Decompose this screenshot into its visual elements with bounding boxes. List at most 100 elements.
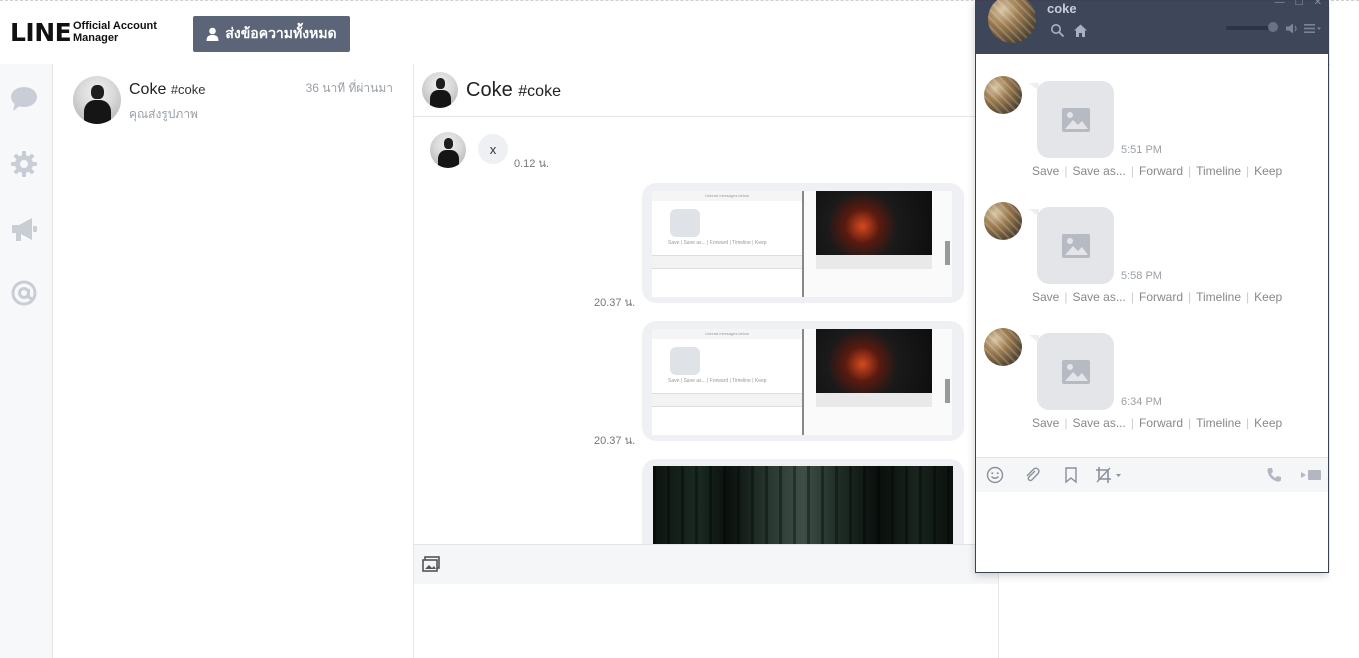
volume-slider[interactable] <box>1226 26 1274 30</box>
sidebar-item-chat[interactable] <box>9 84 39 114</box>
image-gallery-icon[interactable] <box>422 556 440 572</box>
message-time: 5:51 PM <box>1121 144 1162 156</box>
contact-avatar[interactable] <box>984 202 1022 240</box>
keep-link[interactable]: Keep <box>1254 164 1282 178</box>
sidebar-item-mention[interactable] <box>9 278 39 308</box>
save-link[interactable]: Save <box>1032 416 1059 430</box>
keep-link[interactable]: Keep <box>1254 416 1282 430</box>
mini-banner: Unread messages below <box>652 329 802 339</box>
line-chat-window: coke — ☐ ✕ 5:51 PM Save | Save as... | Forwa… <box>975 0 1329 573</box>
window-controls: — ☐ ✕ <box>1275 0 1322 8</box>
mini-banner: Unread messages below <box>652 191 802 201</box>
contact-avatar[interactable] <box>984 328 1022 366</box>
chat-window-messages[interactable]: 5:51 PM Save | Save as... | Forward | Timeline… <box>976 54 1328 456</box>
image-message: 6:34 PM Save | Save as... | Forward | Timeline… <box>976 306 1328 430</box>
save-as-link[interactable]: Save as... <box>1072 416 1125 430</box>
phone-icon[interactable] <box>1265 466 1283 484</box>
image-thumbnail: Unread messages below Save | Save as... … <box>652 329 952 435</box>
image-message[interactable]: Unread messages below Save | Save as... … <box>642 321 964 441</box>
message-list[interactable]: x 0.12 น. 20.37 น. Unread messages below… <box>414 117 998 544</box>
maximize-icon[interactable]: ☐ <box>1295 0 1304 8</box>
megaphone-icon <box>12 218 37 241</box>
chat-list-item[interactable]: Coke #coke คุณส่งรูปภาพ 36 นาที ที่ผ่านม… <box>53 64 413 134</box>
image-placeholder[interactable] <box>1037 333 1114 410</box>
forward-link[interactable]: Forward <box>1139 416 1183 430</box>
sidebar-item-broadcast[interactable] <box>9 214 39 244</box>
save-as-link[interactable]: Save as... <box>1072 164 1125 178</box>
forest-photo <box>653 466 953 544</box>
image-placeholder-icon <box>1061 233 1090 258</box>
save-as-link[interactable]: Save as... <box>1072 290 1125 304</box>
user-icon <box>206 27 219 41</box>
image-message: 5:51 PM Save | Save as... | Forward | Timeline… <box>976 54 1328 178</box>
image-message[interactable]: Unread messages below Save | Save as... … <box>642 183 964 303</box>
logo-subtitle-line-2: Manager <box>73 32 119 44</box>
forward-link[interactable]: Forward <box>1139 290 1183 304</box>
chat-window-header: coke — ☐ ✕ <box>976 0 1328 54</box>
at-sign-icon <box>11 280 37 306</box>
volume-knob[interactable] <box>1268 22 1278 32</box>
chat-time: 36 นาที ที่ผ่านมา <box>305 81 393 95</box>
image-placeholder-icon <box>1061 359 1090 384</box>
message-time: 5:58 PM <box>1121 270 1162 282</box>
right-margin <box>1330 4 1359 658</box>
crop-screenshot-icon[interactable] <box>1095 466 1125 484</box>
send-all-messages-button[interactable]: ส่งข้อความทั้งหมด <box>193 16 350 52</box>
contact-avatar[interactable] <box>988 0 1036 43</box>
close-icon[interactable]: ✕ <box>1314 0 1322 8</box>
conversation-title-name: Coke <box>466 79 513 101</box>
mini-links: Save | Save as... | Forward | Timeline |… <box>668 378 767 384</box>
bookmark-icon[interactable] <box>1062 466 1080 484</box>
gear-icon <box>11 151 37 177</box>
left-sidebar <box>0 64 53 658</box>
message-time: 20.37 น. <box>594 435 636 447</box>
menu-icon[interactable] <box>1304 22 1322 35</box>
chat-window-toolbar <box>976 457 1328 493</box>
logo-subtitle: Official Account Manager <box>73 20 157 44</box>
minimize-icon[interactable]: — <box>1275 0 1285 8</box>
message-actions: Save | Save as... | Forward | Timeline | Keep <box>1032 290 1283 304</box>
save-link[interactable]: Save <box>1032 164 1059 178</box>
search-icon[interactable] <box>1050 23 1065 38</box>
video-call-icon[interactable] <box>1300 466 1322 484</box>
chat-bubble-icon <box>11 87 37 111</box>
chat-window-input[interactable] <box>976 492 1328 572</box>
emoji-icon[interactable] <box>986 466 1004 484</box>
keep-link[interactable]: Keep <box>1254 290 1282 304</box>
image-thumbnail: Unread messages below Save | Save as... … <box>652 191 952 297</box>
message-bubble[interactable]: x <box>478 134 508 164</box>
attach-icon[interactable] <box>1023 466 1041 484</box>
image-placeholder[interactable] <box>1037 81 1114 158</box>
image-message[interactable] <box>642 459 964 544</box>
message-actions: Save | Save as... | Forward | Timeline | Keep <box>1032 164 1283 178</box>
home-icon[interactable] <box>1073 23 1088 38</box>
speaker-icon[interactable] <box>1285 22 1298 35</box>
chat-name-text: Coke <box>129 81 167 98</box>
send-all-label: ส่งข้อความทั้งหมด <box>225 25 337 41</box>
logo-subtitle-line-1: Official Account <box>73 20 157 32</box>
image-placeholder[interactable] <box>1037 207 1114 284</box>
message-time: 20.37 น. <box>594 297 636 309</box>
message-time: 0.12 น. <box>514 158 550 170</box>
conversation-panel: Coke #coke x 0.12 น. 20.37 น. Unread mes… <box>414 64 999 658</box>
chat-preview: คุณส่งรูปภาพ <box>129 107 198 121</box>
conversation-title-handle: #coke <box>518 83 561 100</box>
timeline-link[interactable]: Timeline <box>1196 164 1241 178</box>
sidebar-item-settings[interactable] <box>9 149 39 179</box>
message-actions: Save | Save as... | Forward | Timeline | Keep <box>1032 416 1283 430</box>
chat-name: Coke #coke <box>129 81 206 99</box>
image-placeholder-icon <box>1061 107 1090 132</box>
timeline-link[interactable]: Timeline <box>1196 416 1241 430</box>
message-input[interactable] <box>414 584 998 658</box>
avatar <box>430 132 466 168</box>
line-logo[interactable]: LINE <box>10 18 72 47</box>
chat-handle: #coke <box>170 82 206 97</box>
message-toolbar <box>414 544 998 585</box>
timeline-link[interactable]: Timeline <box>1196 290 1241 304</box>
contact-avatar[interactable] <box>984 76 1022 114</box>
forward-link[interactable]: Forward <box>1139 164 1183 178</box>
conversation-title: Coke #coke <box>466 79 561 102</box>
message-time: 6:34 PM <box>1121 396 1162 408</box>
conversation-header: Coke #coke <box>414 64 998 117</box>
save-link[interactable]: Save <box>1032 290 1059 304</box>
